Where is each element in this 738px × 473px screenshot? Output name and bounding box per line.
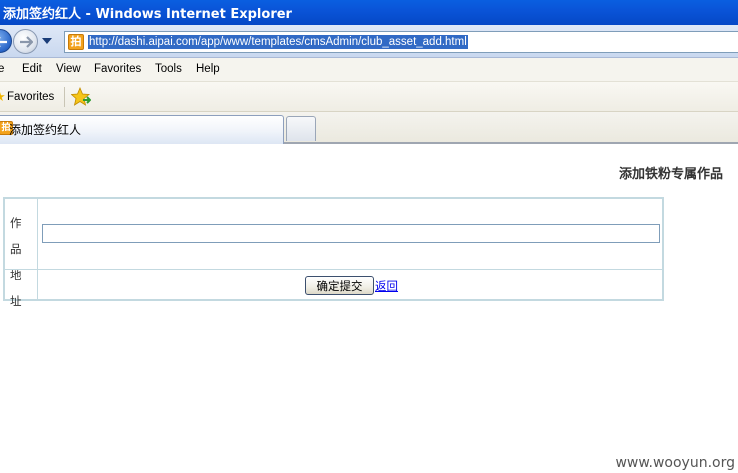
empty-cell: [5, 270, 38, 299]
page-content: 添加铁粉专属作品 作品 地址 确定提交 返回 www.wooyun.org: [0, 146, 738, 473]
menu-favorites[interactable]: Favorites: [94, 63, 141, 75]
window-titlebar: 添加签约红人 - Windows Internet Explorer: [0, 0, 738, 25]
toolbar-separator: [64, 87, 65, 107]
field-label-line1: 作品: [10, 216, 22, 256]
form-table: 作品 地址 确定提交 返回: [3, 197, 664, 308]
window-title: 添加签约红人 - Windows Internet Explorer: [3, 7, 292, 22]
menu-help[interactable]: Help: [196, 63, 220, 75]
back-button[interactable]: [0, 29, 12, 53]
site-favicon-icon: 拍: [68, 34, 84, 50]
forward-arrow-icon: [20, 36, 33, 48]
tab-label: 添加签约红人: [9, 123, 82, 137]
menu-bar: e Edit View Favorites Tools Help: [0, 58, 738, 82]
recent-pages-dropdown-icon[interactable]: [42, 38, 52, 44]
add-to-favorites-icon[interactable]: [71, 87, 91, 107]
work-url-input[interactable]: [42, 224, 660, 243]
tab-strip: 拍 添加签约红人: [0, 112, 738, 144]
menu-file[interactable]: e: [0, 63, 4, 75]
submit-button[interactable]: 确定提交: [305, 276, 374, 295]
address-bar[interactable]: 拍 http://dashi.aipai.com/app/www/templat…: [64, 31, 738, 53]
tab-active[interactable]: 拍 添加签约红人: [0, 115, 284, 144]
address-toolbar: 拍 http://dashi.aipai.com/app/www/templat…: [0, 25, 738, 58]
back-arrow-icon: [0, 37, 7, 47]
menu-tools[interactable]: Tools: [155, 63, 182, 75]
address-url-text[interactable]: http://dashi.aipai.com/app/www/templates…: [88, 35, 468, 49]
menu-view[interactable]: View: [56, 63, 81, 75]
favorites-button[interactable]: Favorites: [7, 91, 54, 103]
watermark: www.wooyun.org: [615, 455, 735, 471]
page-title: 添加铁粉专属作品: [618, 167, 723, 182]
field-label-cell: 作品 地址: [5, 199, 38, 308]
menu-edit[interactable]: Edit: [22, 63, 42, 75]
row-divider: [5, 269, 662, 270]
favorites-bar: ★ Favorites: [0, 82, 738, 112]
back-link[interactable]: 返回: [375, 278, 398, 294]
forward-button[interactable]: [13, 29, 38, 54]
favorites-star-icon: ★: [0, 90, 6, 105]
new-tab-button[interactable]: [286, 116, 316, 141]
field-input-cell: [39, 199, 662, 269]
